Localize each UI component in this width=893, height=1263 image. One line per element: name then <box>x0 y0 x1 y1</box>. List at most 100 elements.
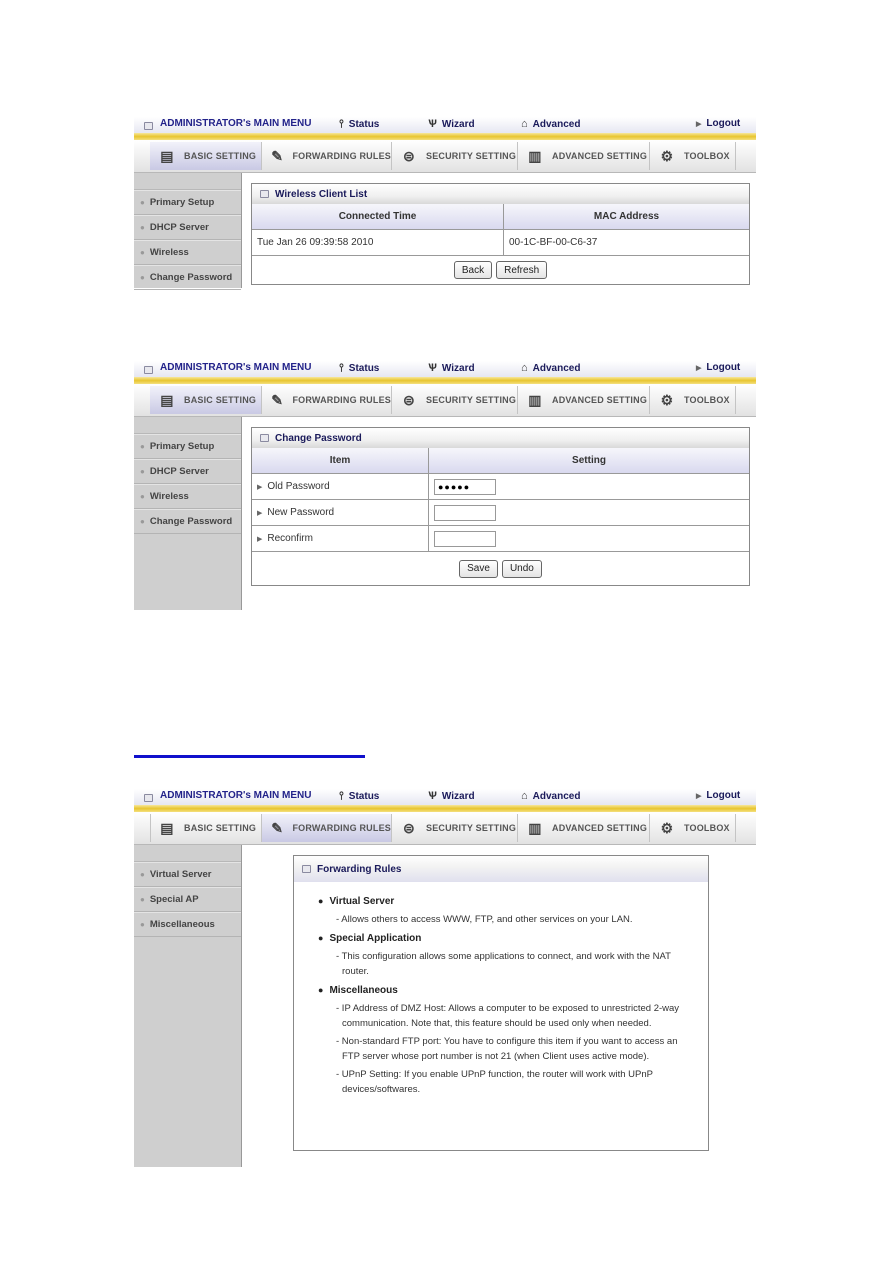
panel-title-text: Change Password <box>275 432 362 444</box>
status-link[interactable]: ⫯ Status <box>339 362 379 375</box>
bullet-icon: ● <box>318 985 324 995</box>
old-password-field[interactable] <box>434 478 496 495</box>
advanced-link[interactable]: ⌂ Advanced <box>521 790 580 802</box>
sidebar-label: Wireless <box>149 247 189 258</box>
section-heading: ● Special Application <box>318 931 708 946</box>
sidebar-item-miscellaneous[interactable]: ● Miscellaneous <box>134 912 241 937</box>
wizard-icon: Ѱ <box>428 118 437 130</box>
old-password-label-cell: ▶ Old Password <box>252 473 429 500</box>
sidebar-label: Change Password <box>149 272 233 283</box>
tab-label: SECURITY SETTING <box>426 823 517 833</box>
tab-toolbox[interactable]: ⚙ TOOLBOX <box>650 142 736 170</box>
tab-forwarding-rules[interactable]: ✎ FORWARDING RULES <box>262 814 392 842</box>
new-password-field[interactable] <box>434 504 496 521</box>
column-header: Setting <box>428 448 749 474</box>
sidebar-label: DHCP Server <box>149 222 209 233</box>
arrow-right-icon: ▶ <box>257 536 263 543</box>
tab-advanced-setting[interactable]: ▥ ADVANCED SETTING <box>518 142 650 170</box>
sidebar-item-wireless[interactable]: ● Wireless <box>134 484 241 509</box>
undo-button[interactable]: Undo <box>501 559 542 578</box>
tab-toolbox[interactable]: ⚙ TOOLBOX <box>650 386 736 414</box>
tab-toolbox[interactable]: ⚙ TOOLBOX <box>650 814 736 842</box>
main-menu-bar: ADMINISTRATOR's MAIN MENU ⫯ Status Ѱ Wizar… <box>134 789 756 805</box>
tab-label: TOOLBOX <box>684 395 730 405</box>
sidebar-item-special-ap[interactable]: ● Special AP <box>134 887 241 912</box>
back-button[interactable]: Back <box>453 261 493 279</box>
advanced-link[interactable]: ⌂ Advanced <box>521 118 580 130</box>
tab-label: SECURITY SETTING <box>426 395 517 405</box>
wizard-link[interactable]: Ѱ Wizard <box>428 362 475 374</box>
wireless-client-list-screen: ADMINISTRATOR's MAIN MENU ⫯ Status Ѱ Wizar… <box>134 117 756 290</box>
wizard-link[interactable]: Ѱ Wizard <box>428 790 475 802</box>
main-menu-bar: ADMINISTRATOR's MAIN MENU ⫯ Status Ѱ Wizar… <box>134 361 756 377</box>
reconfirm-label-cell: ▶ Reconfirm <box>252 525 429 552</box>
tab-label: FORWARDING RULES <box>292 151 391 161</box>
menu-square-icon <box>144 122 153 130</box>
panel-title-text: Wireless Client List <box>275 188 368 200</box>
tab-label: BASIC SETTING <box>184 823 257 833</box>
status-icon: ⫯ <box>339 118 344 130</box>
tab-security-setting[interactable]: ⊜ SECURITY SETTING <box>392 386 518 414</box>
tab-label: ADVANCED SETTING <box>552 395 648 405</box>
refresh-button[interactable]: Refresh <box>496 261 548 279</box>
tab-forwarding-rules[interactable]: ✎ FORWARDING RULES <box>262 386 392 414</box>
logout-link[interactable]: ▶ Logout <box>696 362 740 373</box>
tab-label: FORWARDING RULES <box>292 823 391 833</box>
sidebar-item-change-password[interactable]: ● Change Password <box>134 509 241 534</box>
status-icon: ⫯ <box>339 362 344 374</box>
status-link[interactable]: ⫯ Status <box>339 118 379 131</box>
table-row: ▶ Old Password <box>252 473 749 500</box>
tab-basic-setting[interactable]: ▤ BASIC SETTING <box>150 814 262 842</box>
change-password-panel: Change Password Item Setting ▶ Old Passwo… <box>251 427 750 586</box>
sidebar-item-primary-setup[interactable]: ● Primary Setup <box>134 434 241 459</box>
advanced-link[interactable]: ⌂ Advanced <box>521 362 580 374</box>
logout-link[interactable]: ▶ Logout <box>696 790 740 801</box>
tab-forwarding-rules[interactable]: ✎ FORWARDING RULES <box>262 142 392 170</box>
section-heading: ● Miscellaneous <box>318 983 708 998</box>
sidebar-item-dhcp-server[interactable]: ● DHCP Server <box>134 459 241 484</box>
main-menu-title: ADMINISTRATOR's MAIN MENU <box>160 790 312 801</box>
tab-advanced-setting[interactable]: ▥ ADVANCED SETTING <box>518 386 650 414</box>
basic-setting-icon: ▤ <box>160 147 174 164</box>
wizard-label: Wizard <box>441 791 475 802</box>
status-link[interactable]: ⫯ Status <box>339 790 379 803</box>
sidebar-item-virtual-server[interactable]: ● Virtual Server <box>134 862 241 887</box>
row-label: New Password <box>267 507 335 518</box>
bullet-icon: ● <box>140 467 145 476</box>
tab-basic-setting[interactable]: ▤ BASIC SETTING <box>150 142 262 170</box>
sidebar-item-change-password[interactable]: ● Change Password <box>134 265 241 290</box>
toolbox-icon: ⚙ <box>660 391 674 408</box>
tab-bar: ▤ BASIC SETTING ✎ FORWARDING RULES ⊜ SECURI… <box>134 812 756 845</box>
sidebar-gap <box>134 845 241 862</box>
row-label: Reconfirm <box>267 533 313 544</box>
wizard-link[interactable]: Ѱ Wizard <box>428 118 475 130</box>
arrow-right-icon: ▶ <box>257 510 263 517</box>
change-password-screen: ADMINISTRATOR's MAIN MENU ⫯ Status Ѱ Wizar… <box>134 361 756 610</box>
main-menu-title: ADMINISTRATOR's MAIN MENU <box>160 118 312 129</box>
toolbox-icon: ⚙ <box>660 819 674 836</box>
reconfirm-password-field[interactable] <box>434 530 496 547</box>
sidebar-item-dhcp-server[interactable]: ● DHCP Server <box>134 215 241 240</box>
advanced-setting-icon: ▥ <box>528 147 542 164</box>
client-table: Connected Time MAC Address Tue Jan 26 09… <box>252 204 749 256</box>
tab-spacer <box>134 142 151 170</box>
logout-link[interactable]: ▶ Logout <box>696 118 740 129</box>
sidebar-item-primary-setup[interactable]: ● Primary Setup <box>134 190 241 215</box>
tab-security-setting[interactable]: ⊜ SECURITY SETTING <box>392 142 518 170</box>
tab-security-setting[interactable]: ⊜ SECURITY SETTING <box>392 814 518 842</box>
tab-basic-setting[interactable]: ▤ BASIC SETTING <box>150 386 262 414</box>
section-description: - UPnP Setting: If you enable UPnP funct… <box>336 1069 653 1095</box>
basic-setting-icon: ▤ <box>160 819 174 836</box>
tab-advanced-setting[interactable]: ▥ ADVANCED SETTING <box>518 814 650 842</box>
save-button[interactable]: Save <box>459 559 498 578</box>
sidebar-label: Special AP <box>149 894 199 905</box>
status-label: Status <box>348 363 380 374</box>
sidebar-label: Primary Setup <box>149 197 215 208</box>
bullet-icon: ● <box>140 517 145 526</box>
sidebar-item-wireless[interactable]: ● Wireless <box>134 240 241 265</box>
column-header: Item <box>252 448 429 474</box>
advanced-icon: ⌂ <box>521 790 528 802</box>
bullet-icon: ● <box>140 870 145 879</box>
logout-label: Logout <box>706 118 741 129</box>
advanced-icon: ⌂ <box>521 118 528 130</box>
